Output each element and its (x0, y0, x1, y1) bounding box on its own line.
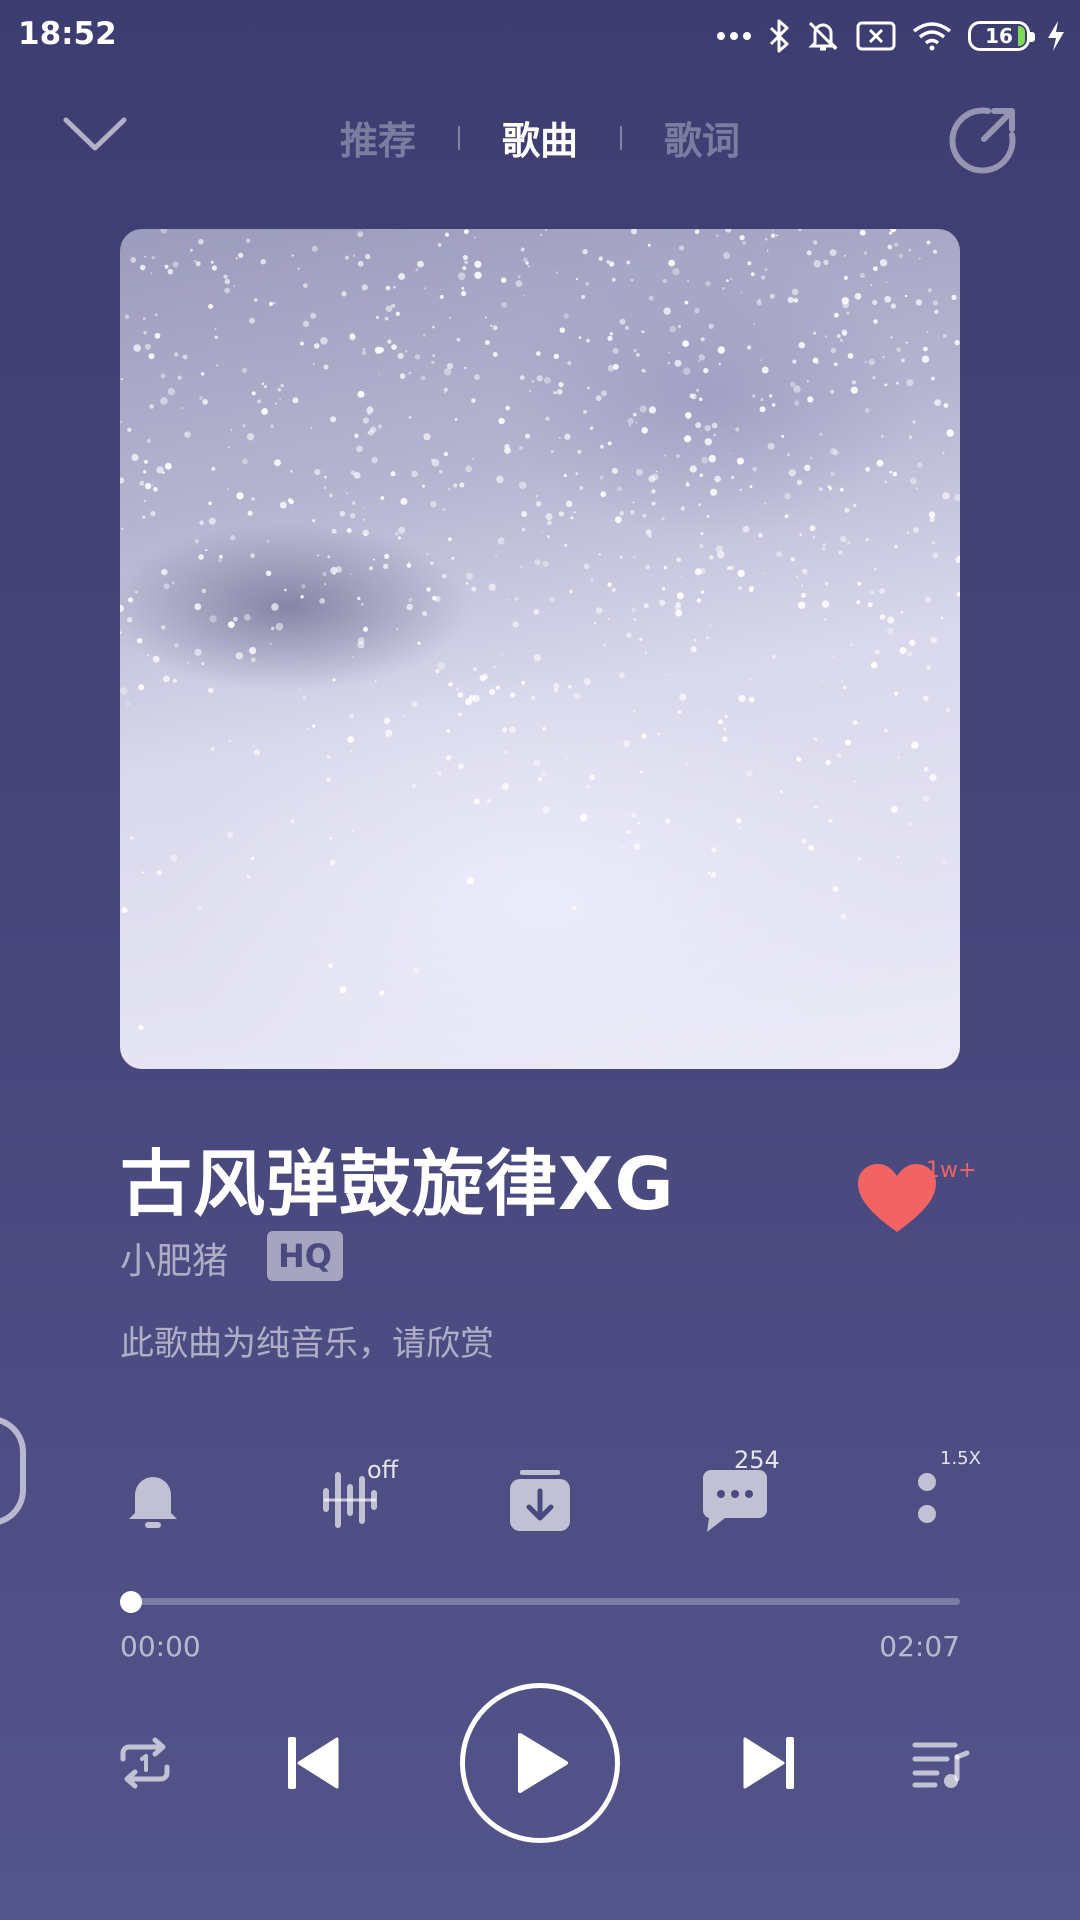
status-icons: 16 (716, 16, 1066, 56)
progress-track[interactable] (131, 1598, 960, 1605)
sim-off-icon (856, 21, 896, 51)
tab-recommend[interactable]: 推荐 (298, 110, 458, 165)
comment-button[interactable]: 254 (690, 1446, 780, 1540)
status-time: 18:52 (18, 16, 117, 52)
bell-icon (129, 1477, 177, 1528)
repeat-one-icon (120, 1737, 170, 1789)
playlist-icon (912, 1742, 970, 1788)
quality-badge[interactable]: HQ (267, 1231, 343, 1281)
total-time: 02:07 (879, 1630, 960, 1663)
comment-count: 254 (734, 1446, 780, 1474)
repeat-one-button[interactable] (112, 1735, 178, 1791)
more-vertical-icon (918, 1473, 936, 1523)
share-icon (949, 107, 1016, 174)
wifi-icon (912, 22, 952, 51)
previous-button[interactable] (280, 1730, 346, 1796)
next-button[interactable] (736, 1730, 802, 1796)
more-button[interactable]: 1.5X (882, 1448, 981, 1540)
play-button[interactable] (460, 1683, 620, 1843)
share-button[interactable] (948, 103, 1020, 175)
comment-icon (702, 1470, 767, 1532)
artist-name[interactable]: 小肥猪 (120, 1232, 228, 1284)
play-icon (518, 1733, 568, 1793)
side-handle[interactable] (0, 1416, 26, 1526)
current-time: 00:00 (120, 1630, 201, 1663)
download-icon (510, 1470, 570, 1531)
song-description: 此歌曲为纯音乐，请欣赏 (120, 1324, 494, 1364)
battery-level: 16 (985, 24, 1013, 48)
download-button[interactable] (495, 1460, 585, 1540)
playlist-button[interactable] (908, 1735, 974, 1791)
bell-muted-icon (808, 21, 838, 51)
like-count: 1w+ (926, 1158, 977, 1183)
progress-knob[interactable] (120, 1591, 142, 1613)
tab-lyrics[interactable]: 歌词 (622, 110, 782, 165)
charging-bolt-icon (1048, 21, 1064, 51)
battery-icon: 16 (968, 21, 1035, 51)
skip-previous-icon (288, 1737, 339, 1789)
bluetooth-icon (769, 19, 789, 53)
sound-effect-button[interactable]: off (305, 1456, 398, 1540)
album-cover[interactable] (120, 229, 960, 1069)
skip-next-icon (743, 1737, 794, 1789)
playback-speed: 1.5X (940, 1448, 981, 1469)
ringtone-button[interactable] (108, 1460, 198, 1540)
water-spray-image (120, 229, 960, 1031)
top-tabs: 推荐 歌曲 歌词 (0, 110, 1080, 165)
effect-state: off (367, 1456, 399, 1484)
more-dots-icon (717, 32, 751, 40)
tab-song[interactable]: 歌曲 (460, 110, 620, 165)
song-title: 古风弹鼓旋律XG (120, 1142, 675, 1226)
